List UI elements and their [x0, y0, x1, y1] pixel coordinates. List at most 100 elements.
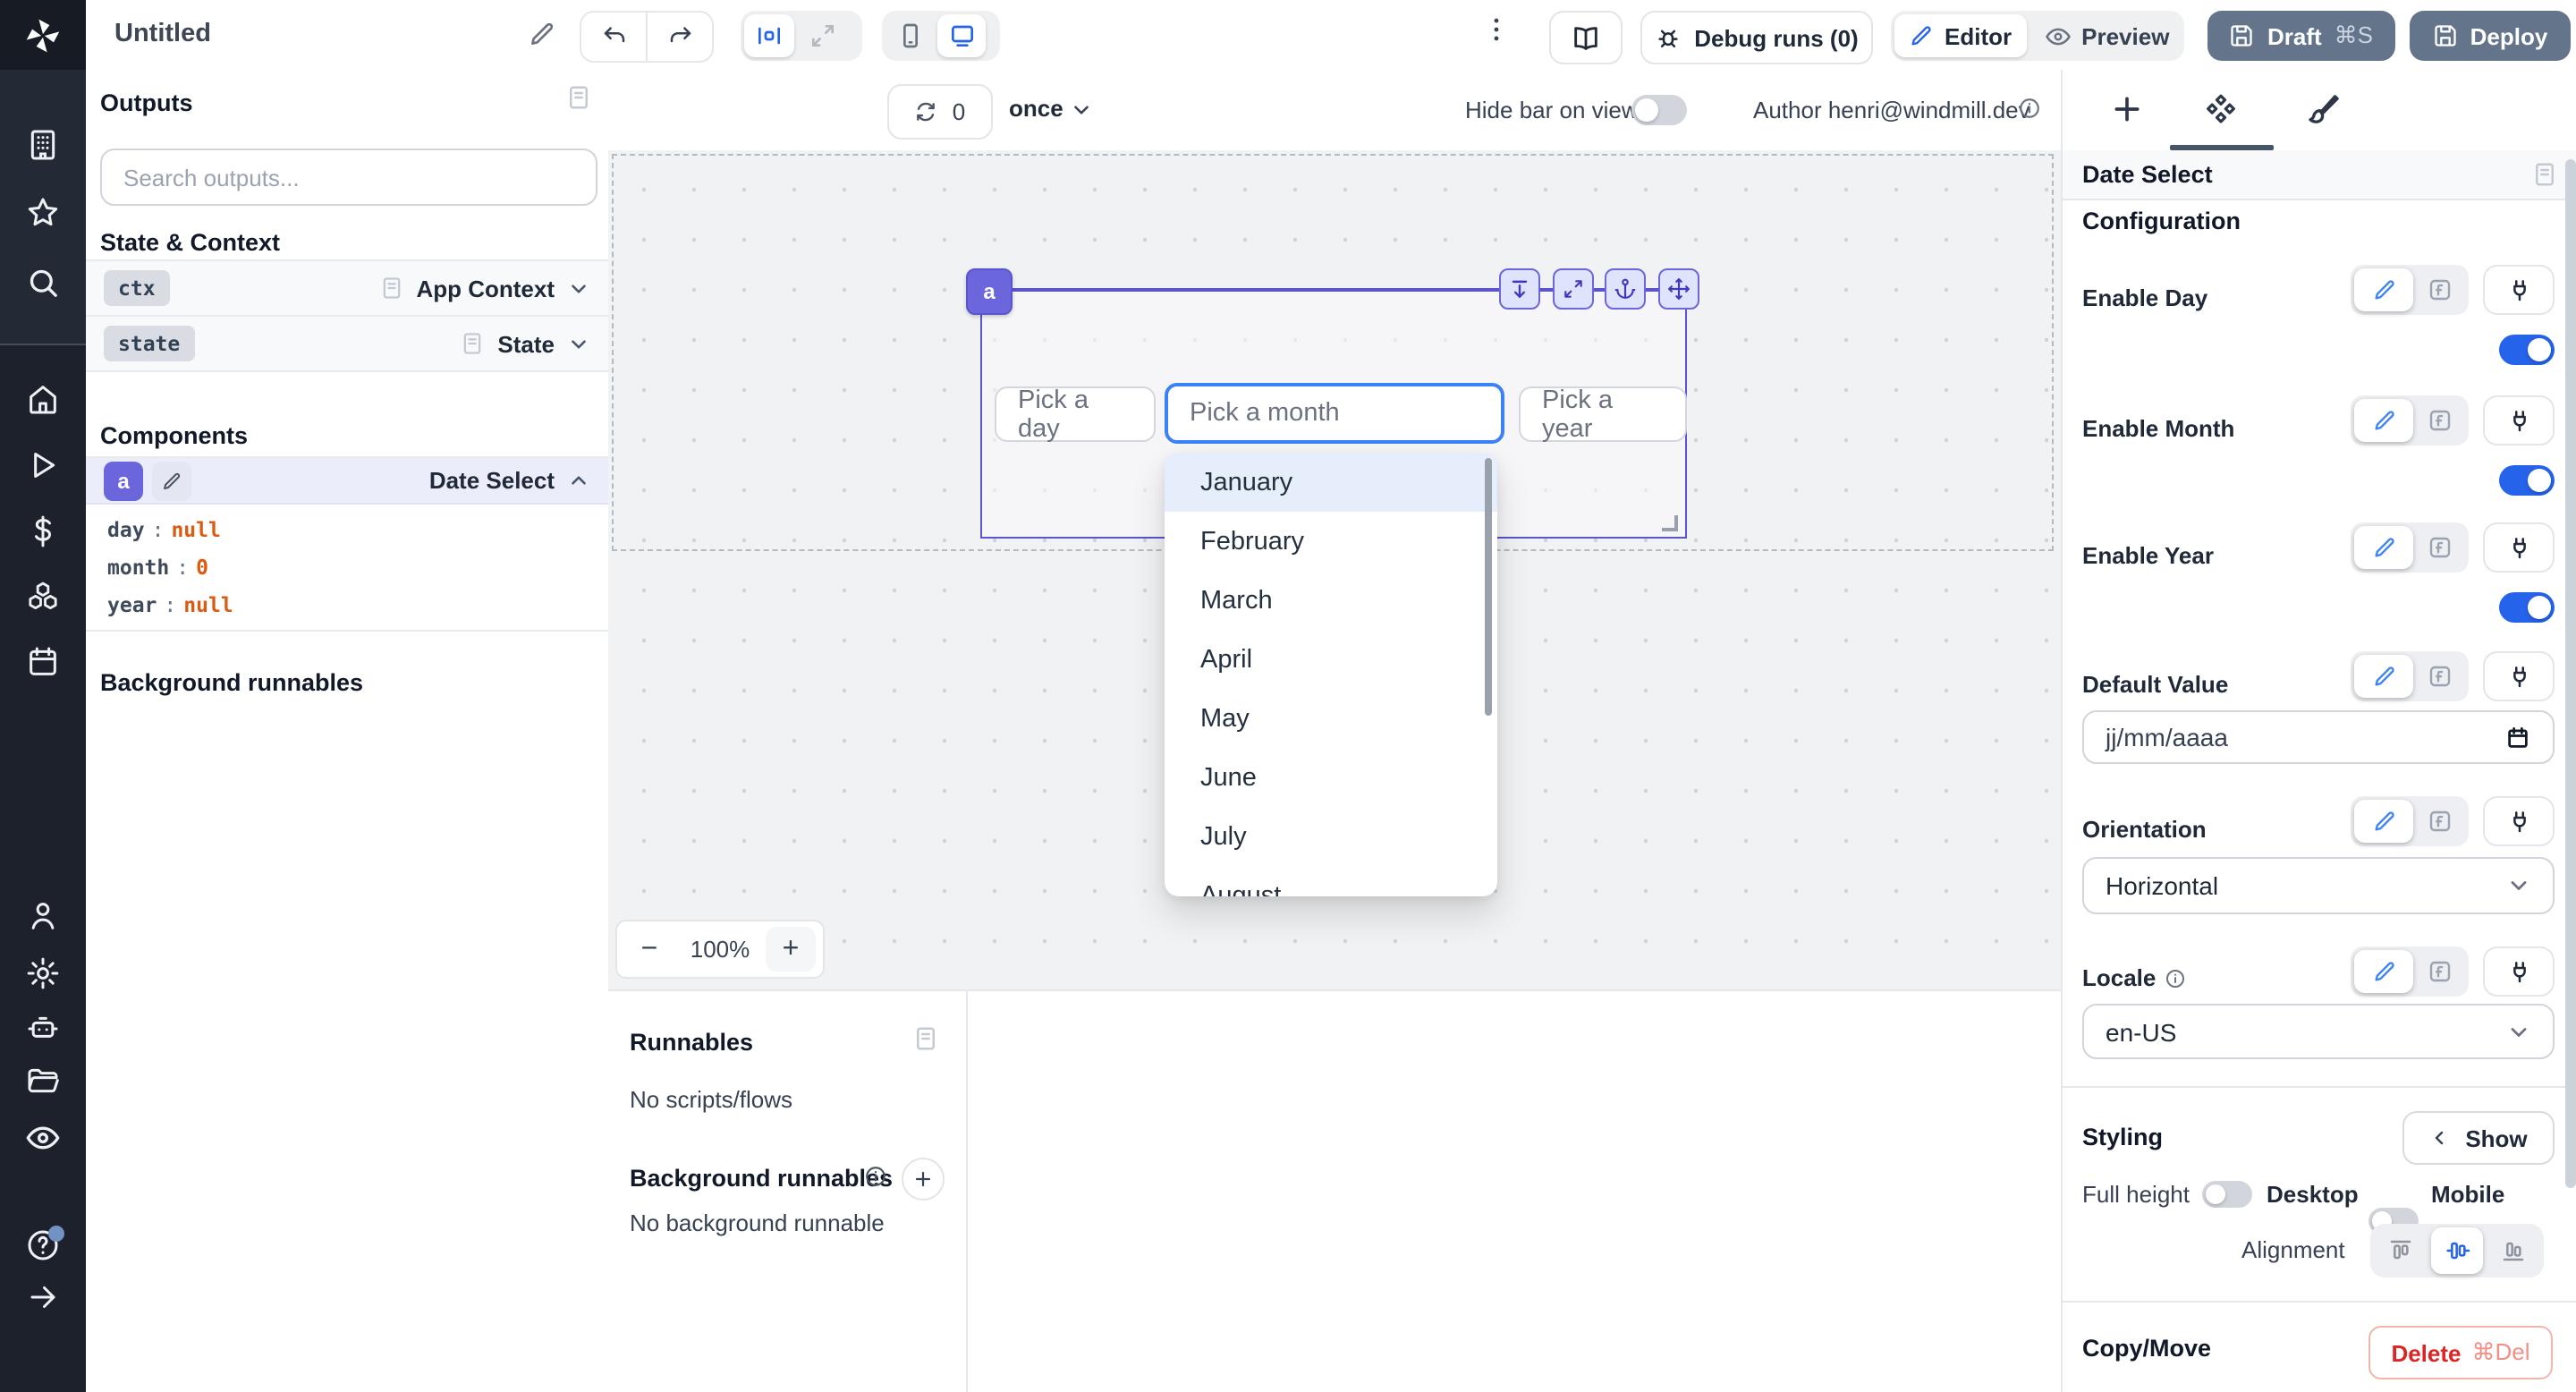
debug-runs-button[interactable]: Debug runs (0): [1640, 11, 1873, 64]
align-bottom-button[interactable]: [2487, 1227, 2540, 1274]
function-mode-button[interactable]: [2415, 950, 2465, 993]
state-row[interactable]: state State: [86, 317, 608, 372]
hide-bar-toggle[interactable]: [1631, 95, 1687, 125]
month-select-input[interactable]: Pick a month: [1165, 383, 1504, 444]
connect-plug-button[interactable]: [2483, 946, 2555, 997]
rename-component-pencil-icon[interactable]: [152, 461, 191, 500]
background-info-icon[interactable]: [864, 1165, 887, 1188]
search-outputs-input[interactable]: [120, 162, 578, 192]
default-value-date-input[interactable]: jj/mm/aaaa: [2082, 710, 2555, 764]
edit-title-pencil-icon[interactable]: [528, 20, 556, 48]
anchor-handle-icon[interactable]: [1605, 268, 1646, 310]
fullscreen-layout-button[interactable]: [798, 14, 848, 57]
locale-info-icon[interactable]: [2165, 967, 2186, 989]
static-edit-pencil-button[interactable]: [2354, 268, 2413, 311]
align-top-button[interactable]: [2374, 1227, 2427, 1274]
settings-gear-icon[interactable]: [0, 955, 86, 991]
show-styling-button[interactable]: Show: [2402, 1111, 2555, 1165]
settings-scrollbar[interactable]: [2565, 159, 2576, 1188]
fullsize-handle-icon[interactable]: [1553, 268, 1594, 310]
static-edit-pencil-button[interactable]: [2354, 655, 2413, 698]
preview-tab[interactable]: Preview: [2029, 14, 2183, 57]
app-canvas[interactable]: a Pick a day Pick a month Pick a year Ja…: [608, 150, 2061, 989]
month-option-march[interactable]: March: [1165, 571, 1497, 630]
static-edit-pencil-button[interactable]: [2354, 800, 2413, 843]
month-option-july[interactable]: July: [1165, 807, 1497, 866]
windmill-logo[interactable]: [0, 0, 86, 70]
run-mode-label[interactable]: once: [1009, 95, 1063, 122]
redo-button[interactable]: [648, 13, 712, 61]
styling-tab-icon[interactable]: [2306, 91, 2342, 127]
component-settings-tab-icon[interactable]: [2202, 91, 2240, 129]
function-mode-button[interactable]: [2415, 526, 2465, 569]
calendar-icon[interactable]: [2504, 724, 2531, 751]
orientation-select[interactable]: Horizontal: [2082, 857, 2555, 914]
expand-down-handle-icon[interactable]: [1499, 268, 1540, 310]
add-component-tab-icon[interactable]: [2109, 91, 2145, 127]
home-icon[interactable]: [0, 381, 86, 417]
desktop-view-button[interactable]: [937, 14, 986, 57]
more-options-kebab-icon[interactable]: [1481, 14, 1512, 45]
year-select-input[interactable]: Pick a year: [1519, 386, 1687, 442]
delete-component-button[interactable]: Delete ⌘Del: [2368, 1326, 2553, 1379]
runs-icon[interactable]: [0, 447, 86, 483]
component-a-row[interactable]: a Date Select: [86, 456, 608, 505]
month-option-june[interactable]: June: [1165, 748, 1497, 807]
folders-icon[interactable]: [0, 1063, 86, 1099]
connect-plug-button[interactable]: [2483, 522, 2555, 573]
chevron-up-icon[interactable]: [567, 469, 590, 492]
search-icon[interactable]: [0, 265, 86, 301]
month-option-january[interactable]: January: [1165, 453, 1497, 512]
function-mode-button[interactable]: [2415, 800, 2465, 843]
chevron-down-icon[interactable]: [567, 332, 590, 355]
variables-icon[interactable]: [0, 514, 86, 549]
resize-corner-handle[interactable]: [1662, 515, 1678, 531]
prop-month-row[interactable]: month:0: [107, 555, 208, 580]
connect-plug-button[interactable]: [2483, 265, 2555, 315]
month-option-august[interactable]: August: [1165, 866, 1497, 896]
prop-day-row[interactable]: day:null: [107, 517, 221, 542]
resources-icon[interactable]: [0, 580, 86, 615]
deploy-button[interactable]: Deploy: [2410, 11, 2571, 61]
month-option-may[interactable]: May: [1165, 689, 1497, 748]
function-mode-button[interactable]: [2415, 399, 2465, 442]
zoom-in-button[interactable]: +: [766, 927, 816, 972]
add-background-runnable-button[interactable]: [902, 1158, 945, 1201]
runnables-doc-icon[interactable]: [912, 1025, 939, 1052]
component-doc-icon[interactable]: [2531, 161, 2558, 188]
locale-select[interactable]: en-US: [2082, 1004, 2555, 1059]
outputs-doc-icon[interactable]: [565, 84, 592, 111]
ctx-row[interactable]: ctx App Context: [86, 259, 608, 317]
dropdown-scrollbar[interactable]: [1485, 458, 1492, 716]
refresh-count-button[interactable]: 0: [887, 84, 993, 140]
static-edit-pencil-button[interactable]: [2354, 526, 2413, 569]
run-mode-chevron-icon[interactable]: [1070, 98, 1093, 122]
connect-plug-button[interactable]: [2483, 651, 2555, 701]
author-info-icon[interactable]: [2018, 97, 2041, 120]
month-option-april[interactable]: April: [1165, 630, 1497, 689]
schedules-icon[interactable]: [0, 644, 86, 680]
workspace-icon[interactable]: [0, 127, 86, 163]
static-edit-pencil-button[interactable]: [2354, 950, 2413, 993]
day-select-input[interactable]: Pick a day: [995, 386, 1156, 442]
enable-year-toggle[interactable]: [2499, 592, 2555, 623]
draft-button[interactable]: Draft ⌘S: [2207, 11, 2395, 61]
align-center-button[interactable]: [2430, 1227, 2483, 1274]
undo-button[interactable]: [581, 13, 646, 61]
static-edit-pencil-button[interactable]: [2354, 399, 2413, 442]
enable-month-toggle[interactable]: [2499, 465, 2555, 496]
month-option-february[interactable]: February: [1165, 512, 1497, 571]
full-height-toggle[interactable]: [2202, 1181, 2252, 1208]
favorites-star-icon[interactable]: [0, 195, 86, 231]
expand-rail-arrow-icon[interactable]: [0, 1281, 86, 1313]
connect-plug-button[interactable]: [2483, 395, 2555, 446]
move-handle-icon[interactable]: [1658, 268, 1699, 310]
help-icon[interactable]: [0, 1227, 86, 1263]
function-mode-button[interactable]: [2415, 655, 2465, 698]
ai-robot-icon[interactable]: [0, 1011, 86, 1047]
chevron-down-icon[interactable]: [567, 276, 590, 300]
function-mode-button[interactable]: [2415, 268, 2465, 311]
audit-eye-icon[interactable]: [0, 1120, 86, 1156]
docs-book-button[interactable]: [1549, 11, 1623, 64]
zoom-out-button[interactable]: −: [624, 927, 674, 972]
